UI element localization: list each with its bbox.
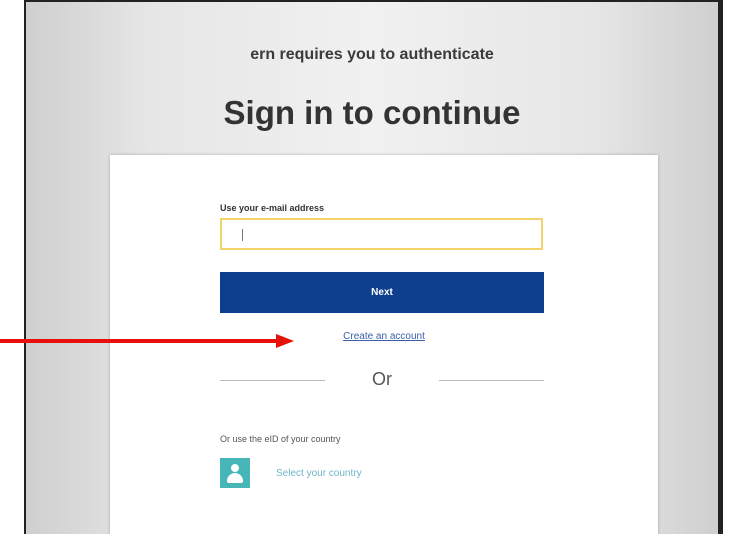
email-input[interactable]: [222, 220, 541, 248]
separator-line-right: [439, 380, 544, 381]
email-label: Use your e-mail address: [220, 203, 325, 213]
select-country-label: Select your country: [276, 467, 362, 479]
person-icon-body: [227, 473, 243, 483]
auth-required-text: ern requires you to authenticate: [250, 46, 494, 63]
red-arrow-icon: [0, 334, 294, 348]
next-button[interactable]: Next: [220, 272, 544, 313]
login-page-frame: ern requires you to authenticate Sign in…: [24, 0, 723, 534]
email-field[interactable]: [220, 218, 543, 250]
eid-label: Or use the eID of your country: [220, 434, 341, 444]
page-title: Sign in to continue: [223, 94, 521, 131]
person-icon: [220, 458, 250, 488]
select-country-button[interactable]: Select your country: [220, 458, 362, 488]
or-separator: Or: [220, 369, 544, 391]
text-cursor: [242, 229, 243, 241]
person-icon-head: [231, 464, 239, 472]
